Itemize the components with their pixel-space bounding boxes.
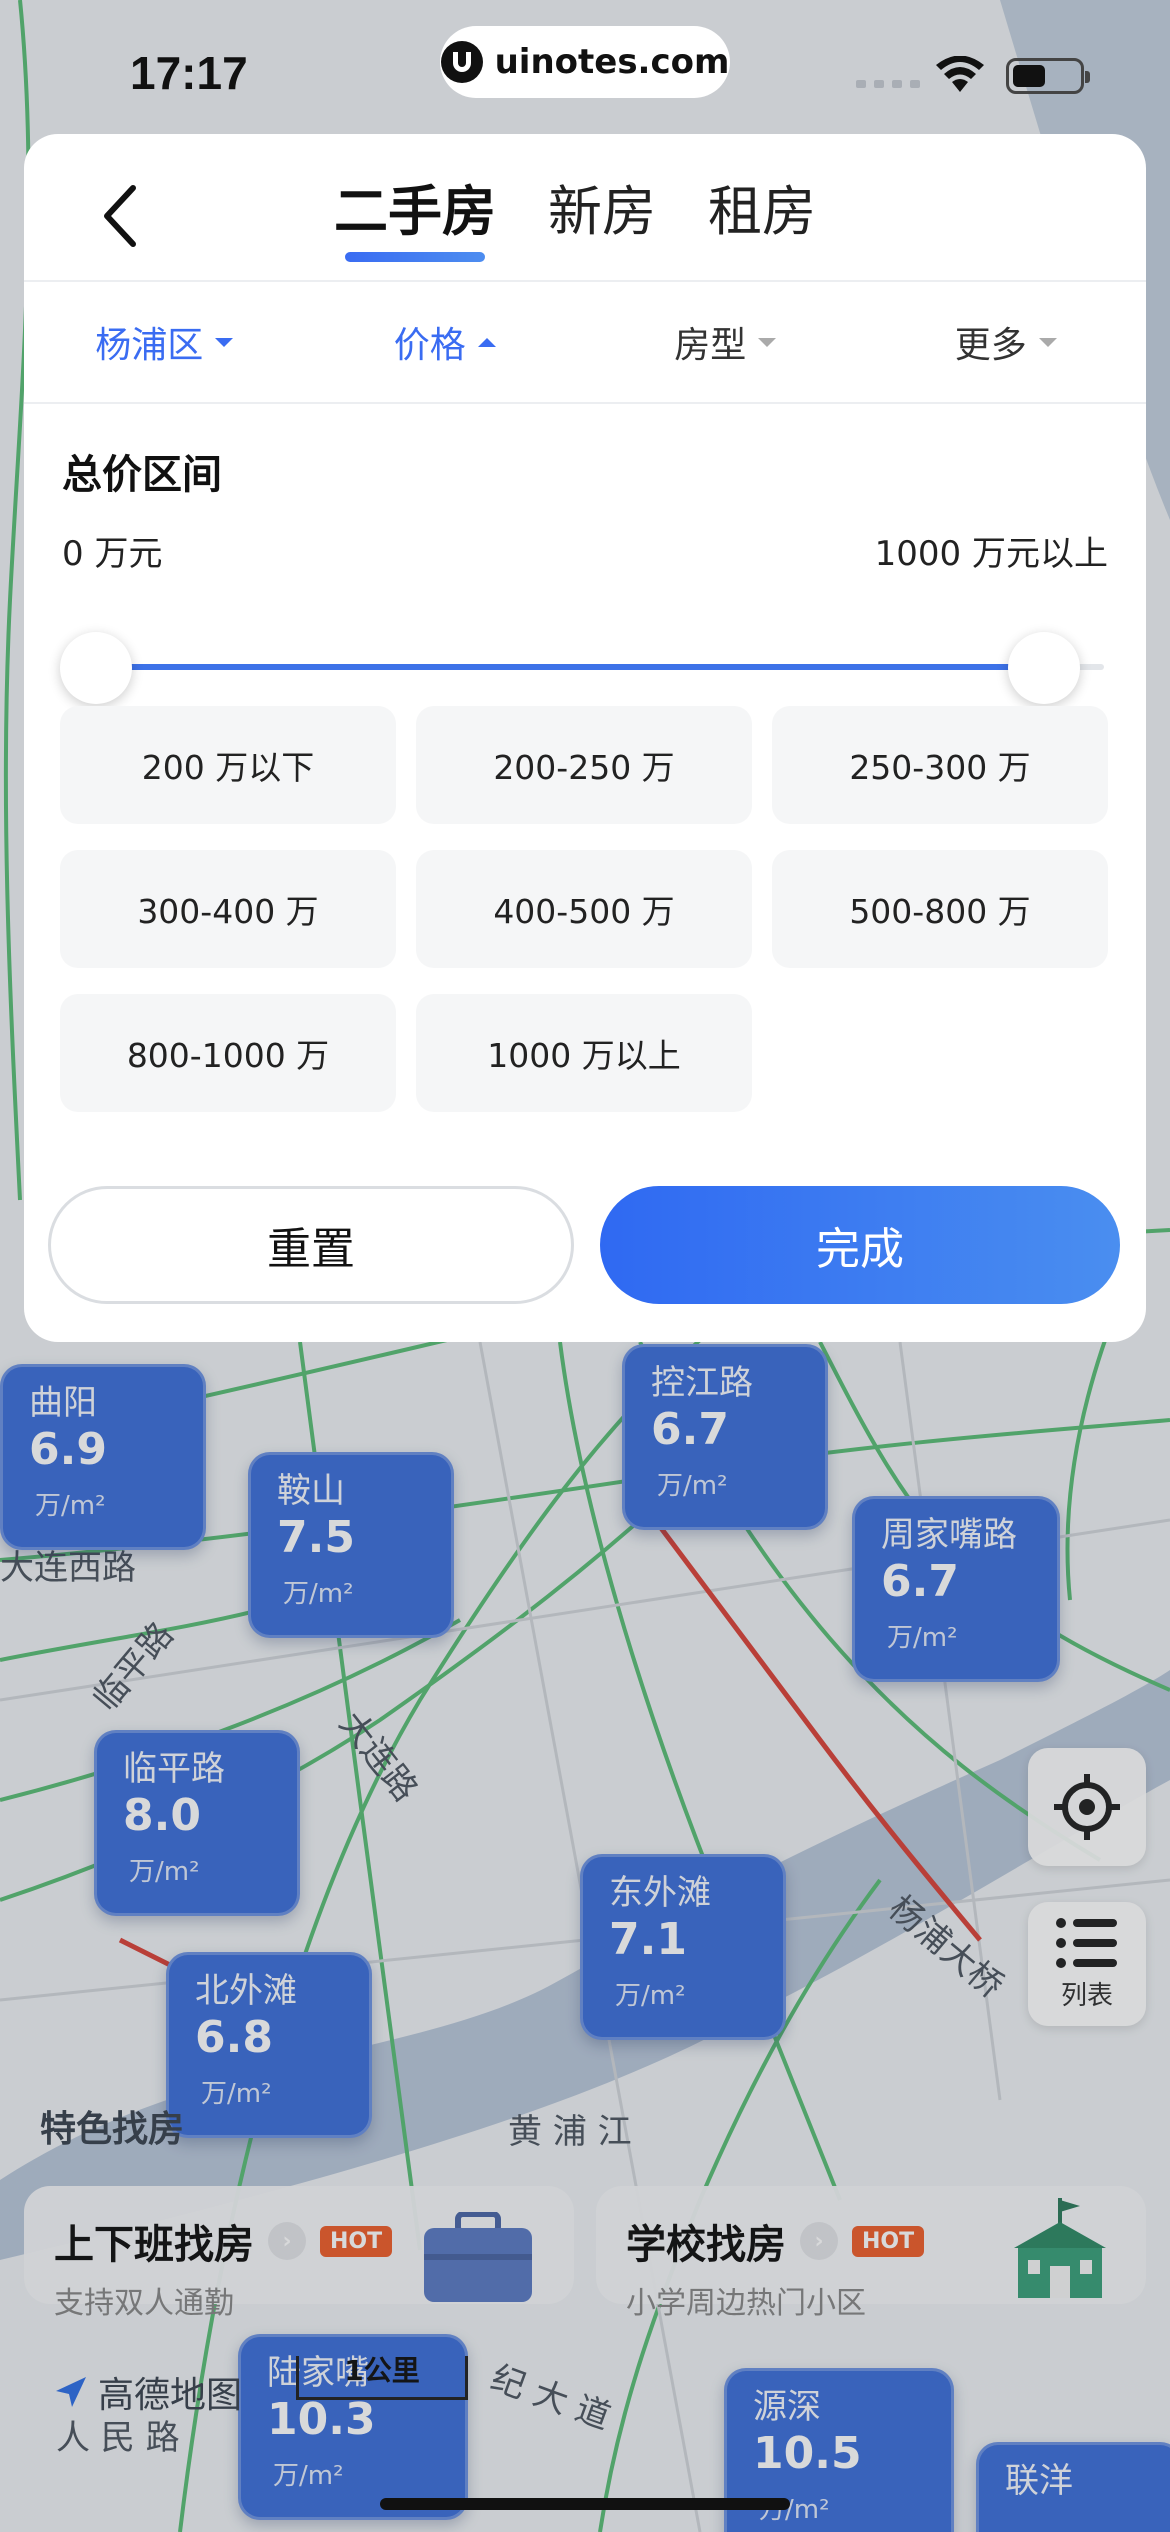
filter-label: 更多 bbox=[954, 325, 1027, 366]
filter-label: 房型 bbox=[674, 325, 747, 366]
price-option[interactable]: 500-800 万 bbox=[772, 850, 1108, 968]
back-button[interactable] bbox=[84, 176, 154, 256]
filter-panel: 二手房 新房 租房 杨浦区 价格 房型 更多 总价区间 0 万元 1000 万元… bbox=[24, 134, 1146, 1342]
price-option[interactable]: 200-250 万 bbox=[416, 706, 752, 824]
wifi-icon bbox=[936, 56, 984, 92]
home-indicator bbox=[380, 2498, 790, 2510]
listing-type-tabs: 二手房 新房 租房 bbox=[308, 172, 842, 262]
filter-bar: 杨浦区 价格 房型 更多 bbox=[24, 282, 1146, 404]
reset-button[interactable]: 重置 bbox=[48, 1186, 574, 1304]
price-option[interactable]: 800-1000 万 bbox=[60, 994, 396, 1112]
price-option[interactable]: 300-400 万 bbox=[60, 850, 396, 968]
caret-down-icon bbox=[758, 337, 777, 347]
tab-new-home[interactable]: 新房 bbox=[522, 172, 682, 262]
battery-icon bbox=[1006, 58, 1090, 94]
caret-up-icon bbox=[477, 337, 496, 347]
filter-label: 价格 bbox=[393, 325, 466, 366]
filter-layout[interactable]: 房型 bbox=[585, 282, 866, 402]
tab-second-hand[interactable]: 二手房 bbox=[308, 172, 522, 262]
price-option[interactable]: 1000 万以上 bbox=[416, 994, 752, 1112]
done-button[interactable]: 完成 bbox=[600, 1186, 1120, 1304]
watermark-pill: uinotes.com bbox=[440, 26, 730, 98]
price-range-slider[interactable] bbox=[60, 624, 1104, 714]
filter-price[interactable]: 价格 bbox=[305, 282, 586, 402]
status-time: 17:17 bbox=[130, 47, 248, 99]
slider-fill bbox=[96, 664, 1044, 670]
price-range-title: 总价区间 bbox=[62, 452, 222, 498]
slider-min-handle[interactable] bbox=[60, 632, 132, 704]
cellular-signal-icon bbox=[856, 80, 920, 88]
slider-max-handle[interactable] bbox=[1008, 632, 1080, 704]
range-max-label: 1000 万元以上 bbox=[874, 534, 1108, 574]
price-option[interactable]: 250-300 万 bbox=[772, 706, 1108, 824]
caret-down-icon bbox=[215, 337, 234, 347]
caret-down-icon bbox=[1038, 337, 1057, 347]
filter-more[interactable]: 更多 bbox=[866, 282, 1147, 402]
filter-district[interactable]: 杨浦区 bbox=[24, 282, 305, 402]
status-bar: 17:17 uinotes.com bbox=[0, 0, 1170, 130]
chevron-left-icon bbox=[104, 185, 136, 247]
watermark-text: uinotes.com bbox=[494, 42, 730, 82]
uinotes-logo-icon bbox=[440, 41, 483, 83]
range-min-label: 0 万元 bbox=[62, 534, 163, 574]
price-options-grid: 200 万以下 200-250 万 250-300 万 300-400 万 40… bbox=[60, 706, 1110, 1112]
price-option[interactable]: 200 万以下 bbox=[60, 706, 396, 824]
tab-rental[interactable]: 租房 bbox=[682, 172, 842, 262]
price-option[interactable]: 400-500 万 bbox=[416, 850, 752, 968]
filter-label: 杨浦区 bbox=[95, 325, 204, 366]
